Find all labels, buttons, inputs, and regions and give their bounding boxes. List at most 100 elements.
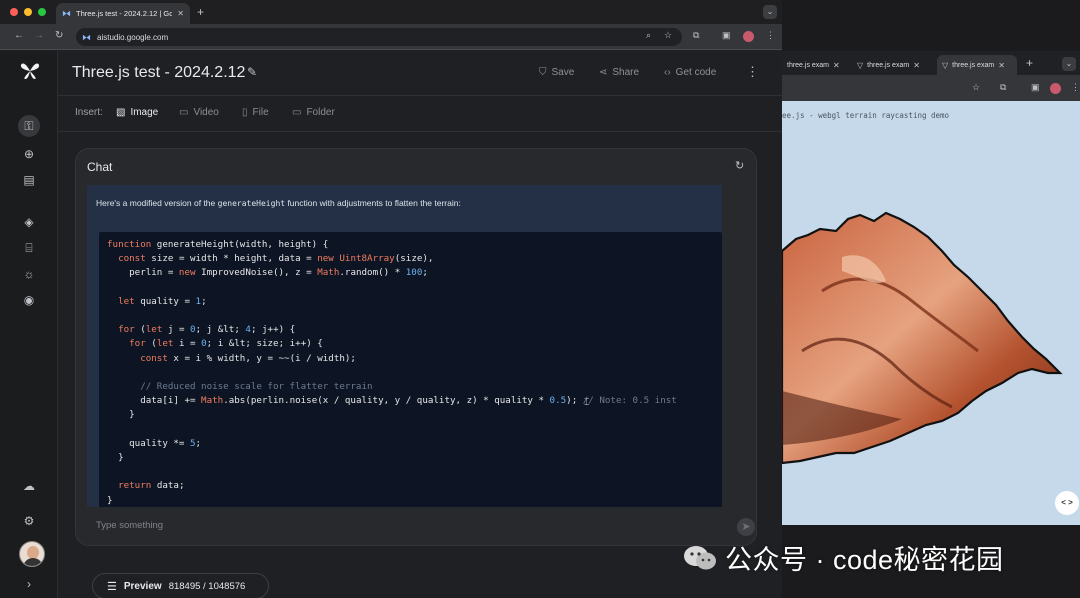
terrain-render (782, 211, 1063, 465)
reload-icon[interactable]: ↻ (55, 30, 63, 41)
code-brackets-icon: ‹› (664, 67, 671, 78)
more-options-icon[interactable]: ⋮ (746, 64, 759, 80)
cloud-icon[interactable]: ☁ (18, 475, 40, 497)
back-icon[interactable]: ← (14, 30, 24, 41)
extensions-icon[interactable]: ⧉ (693, 30, 699, 41)
discord-icon[interactable]: ◉ (18, 289, 40, 311)
chat-input-placeholder: Type something (96, 520, 164, 531)
profile-avatar-icon[interactable] (743, 31, 754, 42)
new-tab-icon[interactable]: + (1026, 56, 1033, 70)
minimize-window-icon[interactable] (24, 8, 32, 16)
zoom-icon[interactable]: ⌕ (646, 30, 651, 41)
video-icon: ▭ (179, 107, 189, 118)
bookmark-star-icon[interactable]: ☆ (664, 30, 672, 41)
right-tab-2[interactable]: ▽ three.js exam ✕ (852, 55, 930, 75)
close-tab-icon[interactable]: ✕ (913, 61, 920, 70)
insert-folder-label: Folder (306, 107, 335, 118)
token-count: 818495 / 1048576 (168, 580, 246, 592)
view-source-button[interactable]: < > (1055, 491, 1079, 515)
insert-image-label: Image (130, 107, 159, 118)
browser-tab-title: Three.js test - 2024.2.12 | Go (76, 9, 173, 18)
right-tab-1[interactable]: three.js exam ✕ (782, 55, 850, 75)
chat-panel: Chat ↻ Here's a modified version of the … (75, 148, 757, 546)
folder-icon: ▭ (292, 107, 302, 118)
insert-video-button[interactable]: ▭ Video (179, 107, 219, 118)
browser-window-left: Three.js test - 2024.2.12 | Go ✕ + ⌄ ← →… (0, 0, 782, 598)
get-api-key-icon[interactable]: ⚿ (18, 115, 40, 137)
watermark-text: 公众号 · code秘密花园 (725, 545, 1004, 575)
url-text: aistudio.google.com (97, 32, 169, 42)
browser-toolbar: ← → ↻ aistudio.google.com ⌕ ☆ ⧉ ▣ ⋮ (0, 24, 782, 50)
refresh-icon[interactable]: ↻ (735, 159, 744, 172)
mouse-cursor-icon: ⌶ (584, 397, 590, 407)
insert-file-button[interactable]: ▯ File (242, 107, 269, 118)
browser-menu-icon[interactable]: ⋮ (1071, 82, 1080, 93)
ai-studio-logo-icon[interactable] (20, 62, 40, 80)
code-block[interactable]: function generateHeight(width, height) {… (99, 232, 722, 507)
tab-search-icon[interactable]: ⌄ (763, 5, 777, 19)
insert-folder-button[interactable]: ▭ Folder (292, 107, 335, 118)
right-tab-3-active[interactable]: ▽ three.js exam ✕ (937, 55, 1017, 75)
threejs-favicon-icon: ▽ (942, 60, 949, 70)
tab-search-icon[interactable]: ⌄ (1062, 57, 1076, 71)
browser-menu-icon[interactable]: ⋮ (766, 30, 775, 41)
right-browser-toolbar: ☆ ⧉ ▣ ⋮ (782, 75, 1080, 101)
close-window-icon[interactable] (10, 8, 18, 16)
save-button[interactable]: ⛉ Save (539, 67, 574, 78)
chat-input[interactable]: Type something ➤ (87, 515, 755, 537)
forward-icon[interactable]: → (34, 30, 44, 41)
edit-title-icon[interactable]: ✎ (247, 65, 257, 79)
send-button[interactable]: ➤ (737, 518, 755, 536)
preview-list-icon: ☰ (107, 580, 117, 593)
create-new-icon[interactable]: ⊕ (18, 143, 40, 165)
preview-label: Preview (123, 580, 162, 592)
insert-image-button[interactable]: ▧ Image (116, 107, 158, 118)
image-icon: ▧ (116, 107, 126, 118)
preview-button[interactable]: ☰ Preview 818495 / 1048576 (92, 573, 269, 598)
close-tab-icon[interactable]: ✕ (833, 61, 840, 70)
address-bar[interactable]: aistudio.google.com (76, 28, 682, 46)
bookmark-star-icon[interactable]: ☆ (972, 82, 980, 93)
code-content: function generateHeight(width, height) {… (107, 239, 677, 506)
response-intro: Here's a modified version of the generat… (96, 198, 461, 208)
close-tab-icon[interactable]: ✕ (177, 9, 184, 18)
tutorials-icon[interactable]: ◈ (18, 211, 40, 233)
right-tab-3-title: three.js exam (952, 61, 995, 69)
browser-window-right: three.js exam ✕ ▽ three.js exam ✕ ▽ thre… (782, 51, 1080, 598)
side-panel-icon[interactable]: ▣ (1031, 82, 1040, 93)
user-avatar[interactable] (19, 541, 45, 567)
profile-avatar-icon[interactable] (1050, 83, 1061, 94)
library-icon[interactable]: ▤ (18, 169, 40, 191)
chat-title: Chat (87, 160, 113, 174)
insert-video-label: Video (193, 107, 219, 118)
expand-sidebar-icon[interactable]: › (18, 573, 40, 595)
settings-gear-icon[interactable]: ⚙ (18, 510, 40, 532)
site-info-icon (82, 34, 91, 40)
side-panel-icon[interactable]: ▣ (722, 30, 731, 41)
right-tab-2-title: three.js exam (867, 61, 910, 69)
get-code-button[interactable]: ‹› Get code (664, 67, 716, 78)
new-tab-icon[interactable]: + (197, 5, 204, 19)
header-divider (58, 95, 782, 96)
response-intro-suffix: function with adjustments to flatten the… (285, 198, 461, 208)
page-title[interactable]: Three.js test - 2024.2.12 (72, 64, 245, 82)
file-icon: ▯ (242, 107, 248, 118)
app-sidebar: ⚿ ⊕ ▤ ◈ ⌸ ☼ ◉ ☁ ⚙ › (0, 51, 58, 598)
insert-file-label: File (252, 107, 269, 118)
tab-strip: Three.js test - 2024.2.12 | Go ✕ + ⌄ (0, 0, 782, 24)
right-tab-strip: three.js exam ✕ ▽ three.js exam ✕ ▽ thre… (782, 55, 1080, 75)
share-button[interactable]: ⋖ Share (599, 67, 639, 78)
save-icon: ⛉ (539, 67, 547, 78)
main-panel: Three.js test - 2024.2.12 ✎ ⛉ Save ⋖ Sha… (58, 51, 782, 598)
right-tab-1-title: three.js exam (787, 61, 830, 69)
avatar-body (23, 558, 43, 566)
extensions-icon[interactable]: ⧉ (1000, 82, 1006, 93)
maximize-window-icon[interactable] (38, 8, 46, 16)
prompt-gallery-icon[interactable]: ☼ (18, 263, 40, 285)
response-intro-prefix: Here's a modified version of the (96, 198, 218, 208)
close-tab-icon[interactable]: ✕ (998, 61, 1005, 70)
browser-tab-active[interactable]: Three.js test - 2024.2.12 | Go ✕ (56, 3, 190, 24)
aistudio-favicon-icon (62, 10, 71, 17)
documentation-icon[interactable]: ⌸ (18, 237, 40, 259)
webgl-viewport[interactable]: ee.js - webgl terrain raycasting demo < … (782, 101, 1080, 525)
